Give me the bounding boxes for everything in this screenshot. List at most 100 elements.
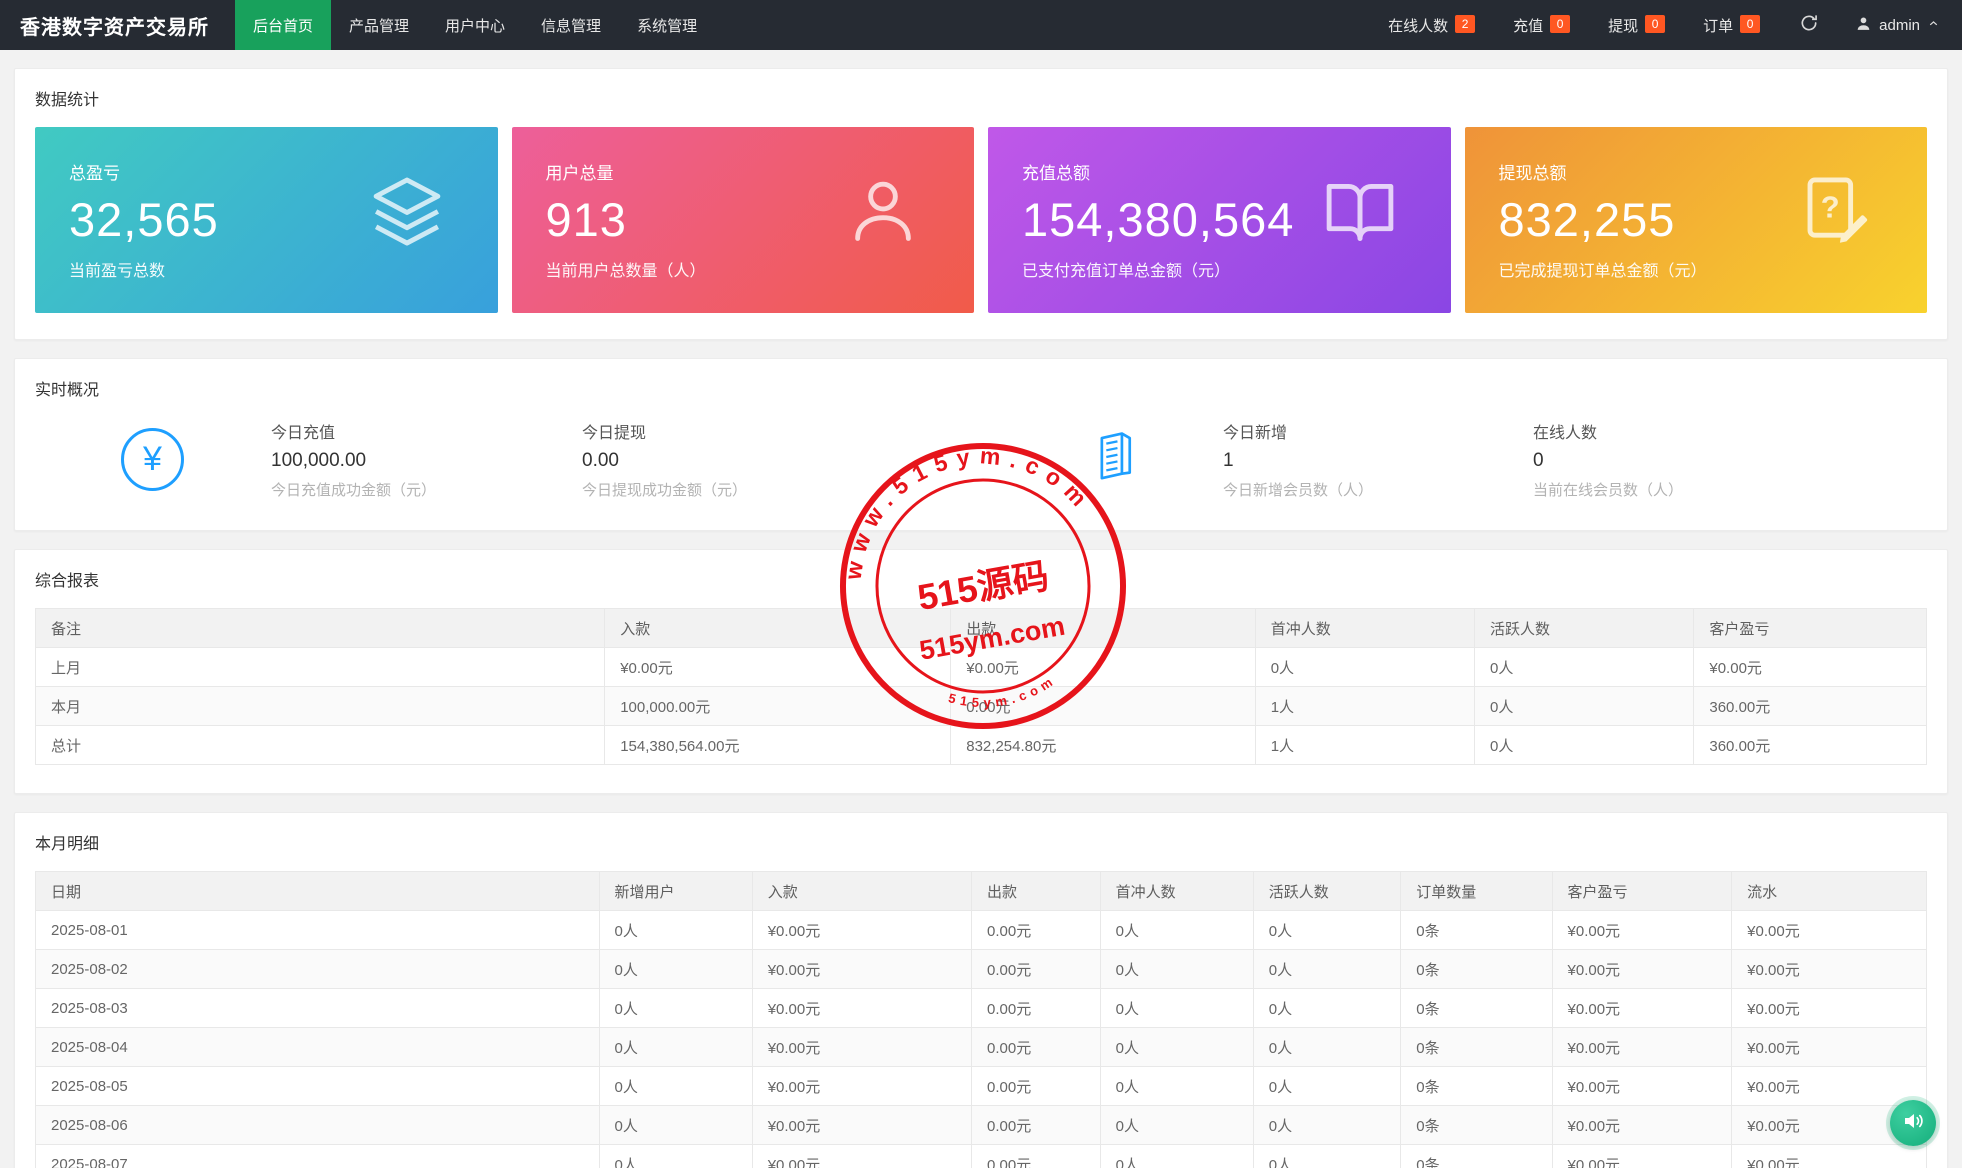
column-header: 出款 xyxy=(951,609,1255,648)
overview-value: 0 xyxy=(1533,450,1927,472)
table-cell: 0.00元 xyxy=(972,1028,1101,1067)
layers-icon xyxy=(368,172,446,255)
detail-table-wrap: 日期新增用户入款出款首冲人数活跃人数订单数量客户盈亏流水 2025-08-010… xyxy=(15,867,1947,1168)
table-cell: ¥0.00元 xyxy=(752,1106,971,1145)
column-header: 日期 xyxy=(36,872,600,911)
table-cell: ¥0.00元 xyxy=(752,950,971,989)
table-row: 上月¥0.00元¥0.00元0人0人¥0.00元 xyxy=(36,648,1927,687)
stat-caption: 已支付充值订单总金额（元） xyxy=(1022,257,1230,281)
menu-item-users[interactable]: 用户中心 xyxy=(427,0,523,50)
table-cell: 0.00元 xyxy=(972,950,1101,989)
table-cell: 0条 xyxy=(1401,911,1552,950)
overview-row: ¥ 今日充值 100,000.00 今日充值成功金额（元） 今日提现 0.00 … xyxy=(15,413,1947,530)
table-cell: ¥0.00元 xyxy=(1552,989,1732,1028)
table-cell: ¥0.00元 xyxy=(752,1145,971,1168)
report-table: 备注入款出款首冲人数活跃人数客户盈亏 上月¥0.00元¥0.00元0人0人¥0.… xyxy=(35,608,1927,765)
table-cell: 1人 xyxy=(1255,726,1474,765)
report-table-body: 上月¥0.00元¥0.00元0人0人¥0.00元本月100,000.00元0.0… xyxy=(36,648,1927,765)
withdraw-count-item[interactable]: 提现 0 xyxy=(1589,0,1684,50)
speaker-icon xyxy=(1901,1109,1925,1138)
book-icon xyxy=(1321,172,1399,255)
table-cell: 0人 xyxy=(599,911,752,950)
overview-value: 1 xyxy=(1223,450,1533,472)
table-cell: 0人 xyxy=(1253,1106,1400,1145)
column-header: 入款 xyxy=(605,609,951,648)
table-cell: ¥0.00元 xyxy=(1732,1145,1927,1168)
table-cell: 0.00元 xyxy=(951,687,1255,726)
table-row: 2025-08-040人¥0.00元0.00元0人0人0条¥0.00元¥0.00… xyxy=(36,1028,1927,1067)
svg-text:?: ? xyxy=(1821,189,1840,224)
table-cell: ¥0.00元 xyxy=(1732,1028,1927,1067)
overview-section: 实时概况 ¥ 今日充值 100,000.00 今日充值成功金额（元） 今日提现 … xyxy=(14,358,1948,531)
table-cell: 0条 xyxy=(1401,1106,1552,1145)
table-cell: ¥0.00元 xyxy=(1694,648,1927,687)
table-row: 2025-08-070人¥0.00元0.00元0人0人0条¥0.00元¥0.00… xyxy=(36,1145,1927,1168)
recharge-count-item[interactable]: 充值 0 xyxy=(1494,0,1589,50)
online-count-item[interactable]: 在线人数 2 xyxy=(1369,0,1494,50)
table-cell: 0人 xyxy=(1100,1067,1253,1106)
report-section-title: 综合报表 xyxy=(15,550,1947,604)
table-cell: ¥0.00元 xyxy=(1732,911,1927,950)
withdraw-count-label: 提现 xyxy=(1608,15,1638,36)
menu-item-products[interactable]: 产品管理 xyxy=(331,0,427,50)
table-cell: 0人 xyxy=(1100,1028,1253,1067)
table-cell: 2025-08-07 xyxy=(36,1145,600,1168)
table-cell: 0条 xyxy=(1401,1028,1552,1067)
table-cell: ¥0.00元 xyxy=(752,1028,971,1067)
table-cell: 本月 xyxy=(36,687,605,726)
table-cell: 0人 xyxy=(1255,648,1474,687)
voice-assistant-fab[interactable] xyxy=(1890,1100,1936,1146)
stat-card-total-pnl: 总盈亏 32,565 当前盈亏总数 xyxy=(35,127,498,313)
user-avatar-icon xyxy=(1855,15,1872,36)
user-menu[interactable]: admin xyxy=(1839,0,1962,50)
table-cell: 0人 xyxy=(1475,648,1694,687)
column-header: 订单数量 xyxy=(1401,872,1552,911)
table-cell: 总计 xyxy=(36,726,605,765)
table-cell: 832,254.80元 xyxy=(951,726,1255,765)
menu-item-information[interactable]: 信息管理 xyxy=(523,0,619,50)
column-header: 客户盈亏 xyxy=(1552,872,1732,911)
table-cell: 154,380,564.00元 xyxy=(605,726,951,765)
overview-label: 今日充值 xyxy=(271,419,582,443)
table-cell: ¥0.00元 xyxy=(752,911,971,950)
overview-caption: 当前在线会员数（人） xyxy=(1533,479,1927,500)
table-cell: 0.00元 xyxy=(972,1106,1101,1145)
order-count-badge: 0 xyxy=(1740,15,1760,33)
table-cell: 100,000.00元 xyxy=(605,687,951,726)
table-cell: ¥0.00元 xyxy=(1732,989,1927,1028)
main-menu: 后台首页 产品管理 用户中心 信息管理 系统管理 xyxy=(235,0,715,50)
column-header: 备注 xyxy=(36,609,605,648)
table-cell: 0人 xyxy=(599,1106,752,1145)
stats-section-title: 数据统计 xyxy=(15,69,1947,123)
menu-item-dashboard[interactable]: 后台首页 xyxy=(235,0,331,50)
username: admin xyxy=(1879,17,1920,34)
table-cell: 2025-08-06 xyxy=(36,1106,600,1145)
table-cell: ¥0.00元 xyxy=(1732,1067,1927,1106)
stat-caption: 当前盈亏总数 xyxy=(69,257,165,281)
detail-section-title: 本月明细 xyxy=(15,813,1947,867)
detail-table-body: 2025-08-010人¥0.00元0.00元0人0人0条¥0.00元¥0.00… xyxy=(36,911,1927,1168)
table-row: 本月100,000.00元0.00元1人0人360.00元 xyxy=(36,687,1927,726)
table-cell: 0人 xyxy=(599,950,752,989)
table-cell: 0条 xyxy=(1401,950,1552,989)
table-cell: 0条 xyxy=(1401,1145,1552,1168)
table-cell: 0条 xyxy=(1401,989,1552,1028)
stat-card-total-users: 用户总量 913 当前用户总数量（人） xyxy=(512,127,975,313)
table-cell: ¥0.00元 xyxy=(1552,1106,1732,1145)
recharge-count-label: 充值 xyxy=(1513,15,1543,36)
column-header: 新增用户 xyxy=(599,872,752,911)
menu-item-system[interactable]: 系统管理 xyxy=(619,0,715,50)
refresh-button[interactable] xyxy=(1779,0,1839,50)
document-question-icon: ? xyxy=(1797,172,1875,255)
table-cell: ¥0.00元 xyxy=(752,989,971,1028)
table-row: 总计154,380,564.00元832,254.80元1人0人360.00元 xyxy=(36,726,1927,765)
table-cell: ¥0.00元 xyxy=(951,648,1255,687)
building-icon xyxy=(1084,428,1142,491)
overview-value: 100,000.00 xyxy=(271,450,582,472)
table-cell: ¥0.00元 xyxy=(1552,950,1732,989)
table-cell: ¥0.00元 xyxy=(1552,911,1732,950)
order-count-item[interactable]: 订单 0 xyxy=(1684,0,1779,50)
table-cell: 0人 xyxy=(1100,989,1253,1028)
overview-caption: 今日提现成功金额（元） xyxy=(582,479,1084,500)
table-cell: 0.00元 xyxy=(972,1067,1101,1106)
